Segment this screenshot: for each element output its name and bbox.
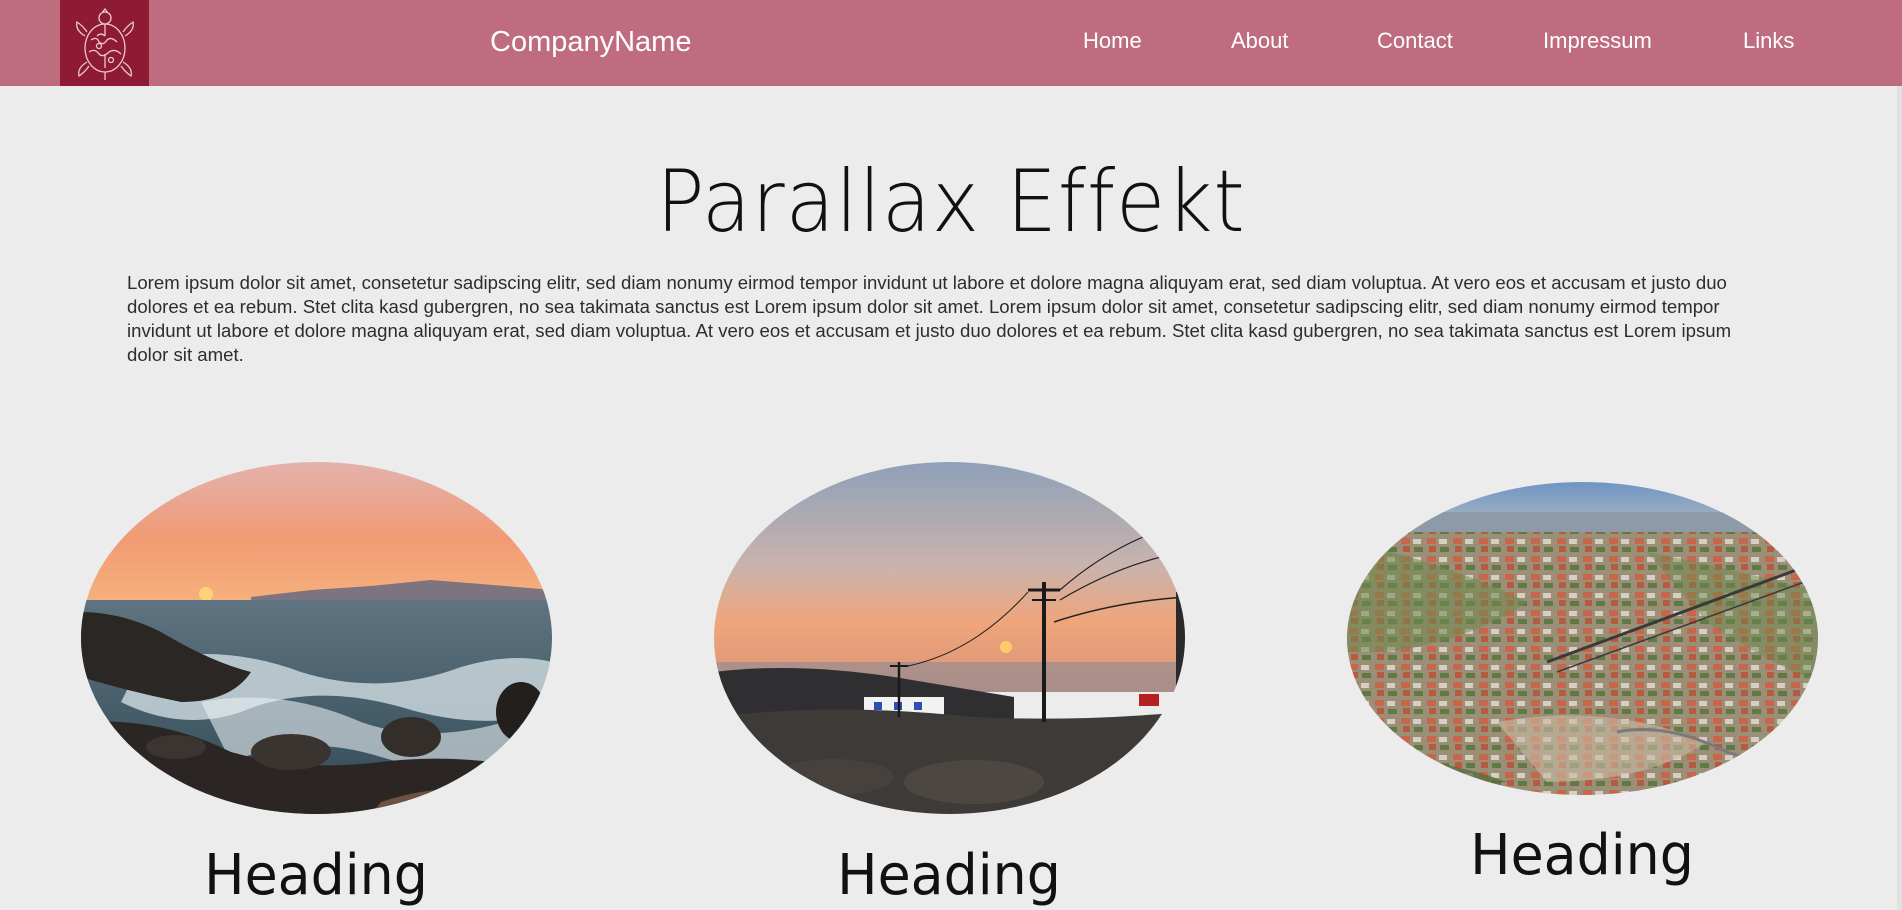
card-heading-1: Heading (204, 843, 428, 908)
nav-home[interactable]: Home (1083, 0, 1142, 86)
card-heading-3: Heading (1470, 823, 1694, 888)
nav-contact[interactable]: Contact (1377, 0, 1453, 86)
card-image-sunset-lines (714, 462, 1185, 814)
scrollbar-track[interactable] (1897, 86, 1902, 910)
intro-paragraph: Lorem ipsum dolor sit amet, consetetur s… (127, 272, 1732, 365)
turtle-puzzle-icon (76, 7, 134, 80)
nav-about[interactable]: About (1231, 0, 1289, 86)
card-image-aerial-town (1347, 482, 1818, 795)
top-navbar: CompanyName Home About Contact Impressum… (0, 0, 1902, 86)
nav-links[interactable]: Links (1743, 0, 1794, 86)
card-image-sunset-sea (81, 462, 552, 814)
sunset-sea-rocks-photo (81, 462, 552, 814)
card-heading-2: Heading (837, 843, 1061, 908)
page-title: Parallax Effekt (656, 152, 1246, 252)
sunset-power-lines-photo (714, 462, 1185, 814)
nav-impressum[interactable]: Impressum (1543, 0, 1652, 86)
logo[interactable] (60, 0, 149, 86)
brand-name[interactable]: CompanyName (490, 0, 691, 86)
aerial-town-photo (1347, 482, 1818, 795)
